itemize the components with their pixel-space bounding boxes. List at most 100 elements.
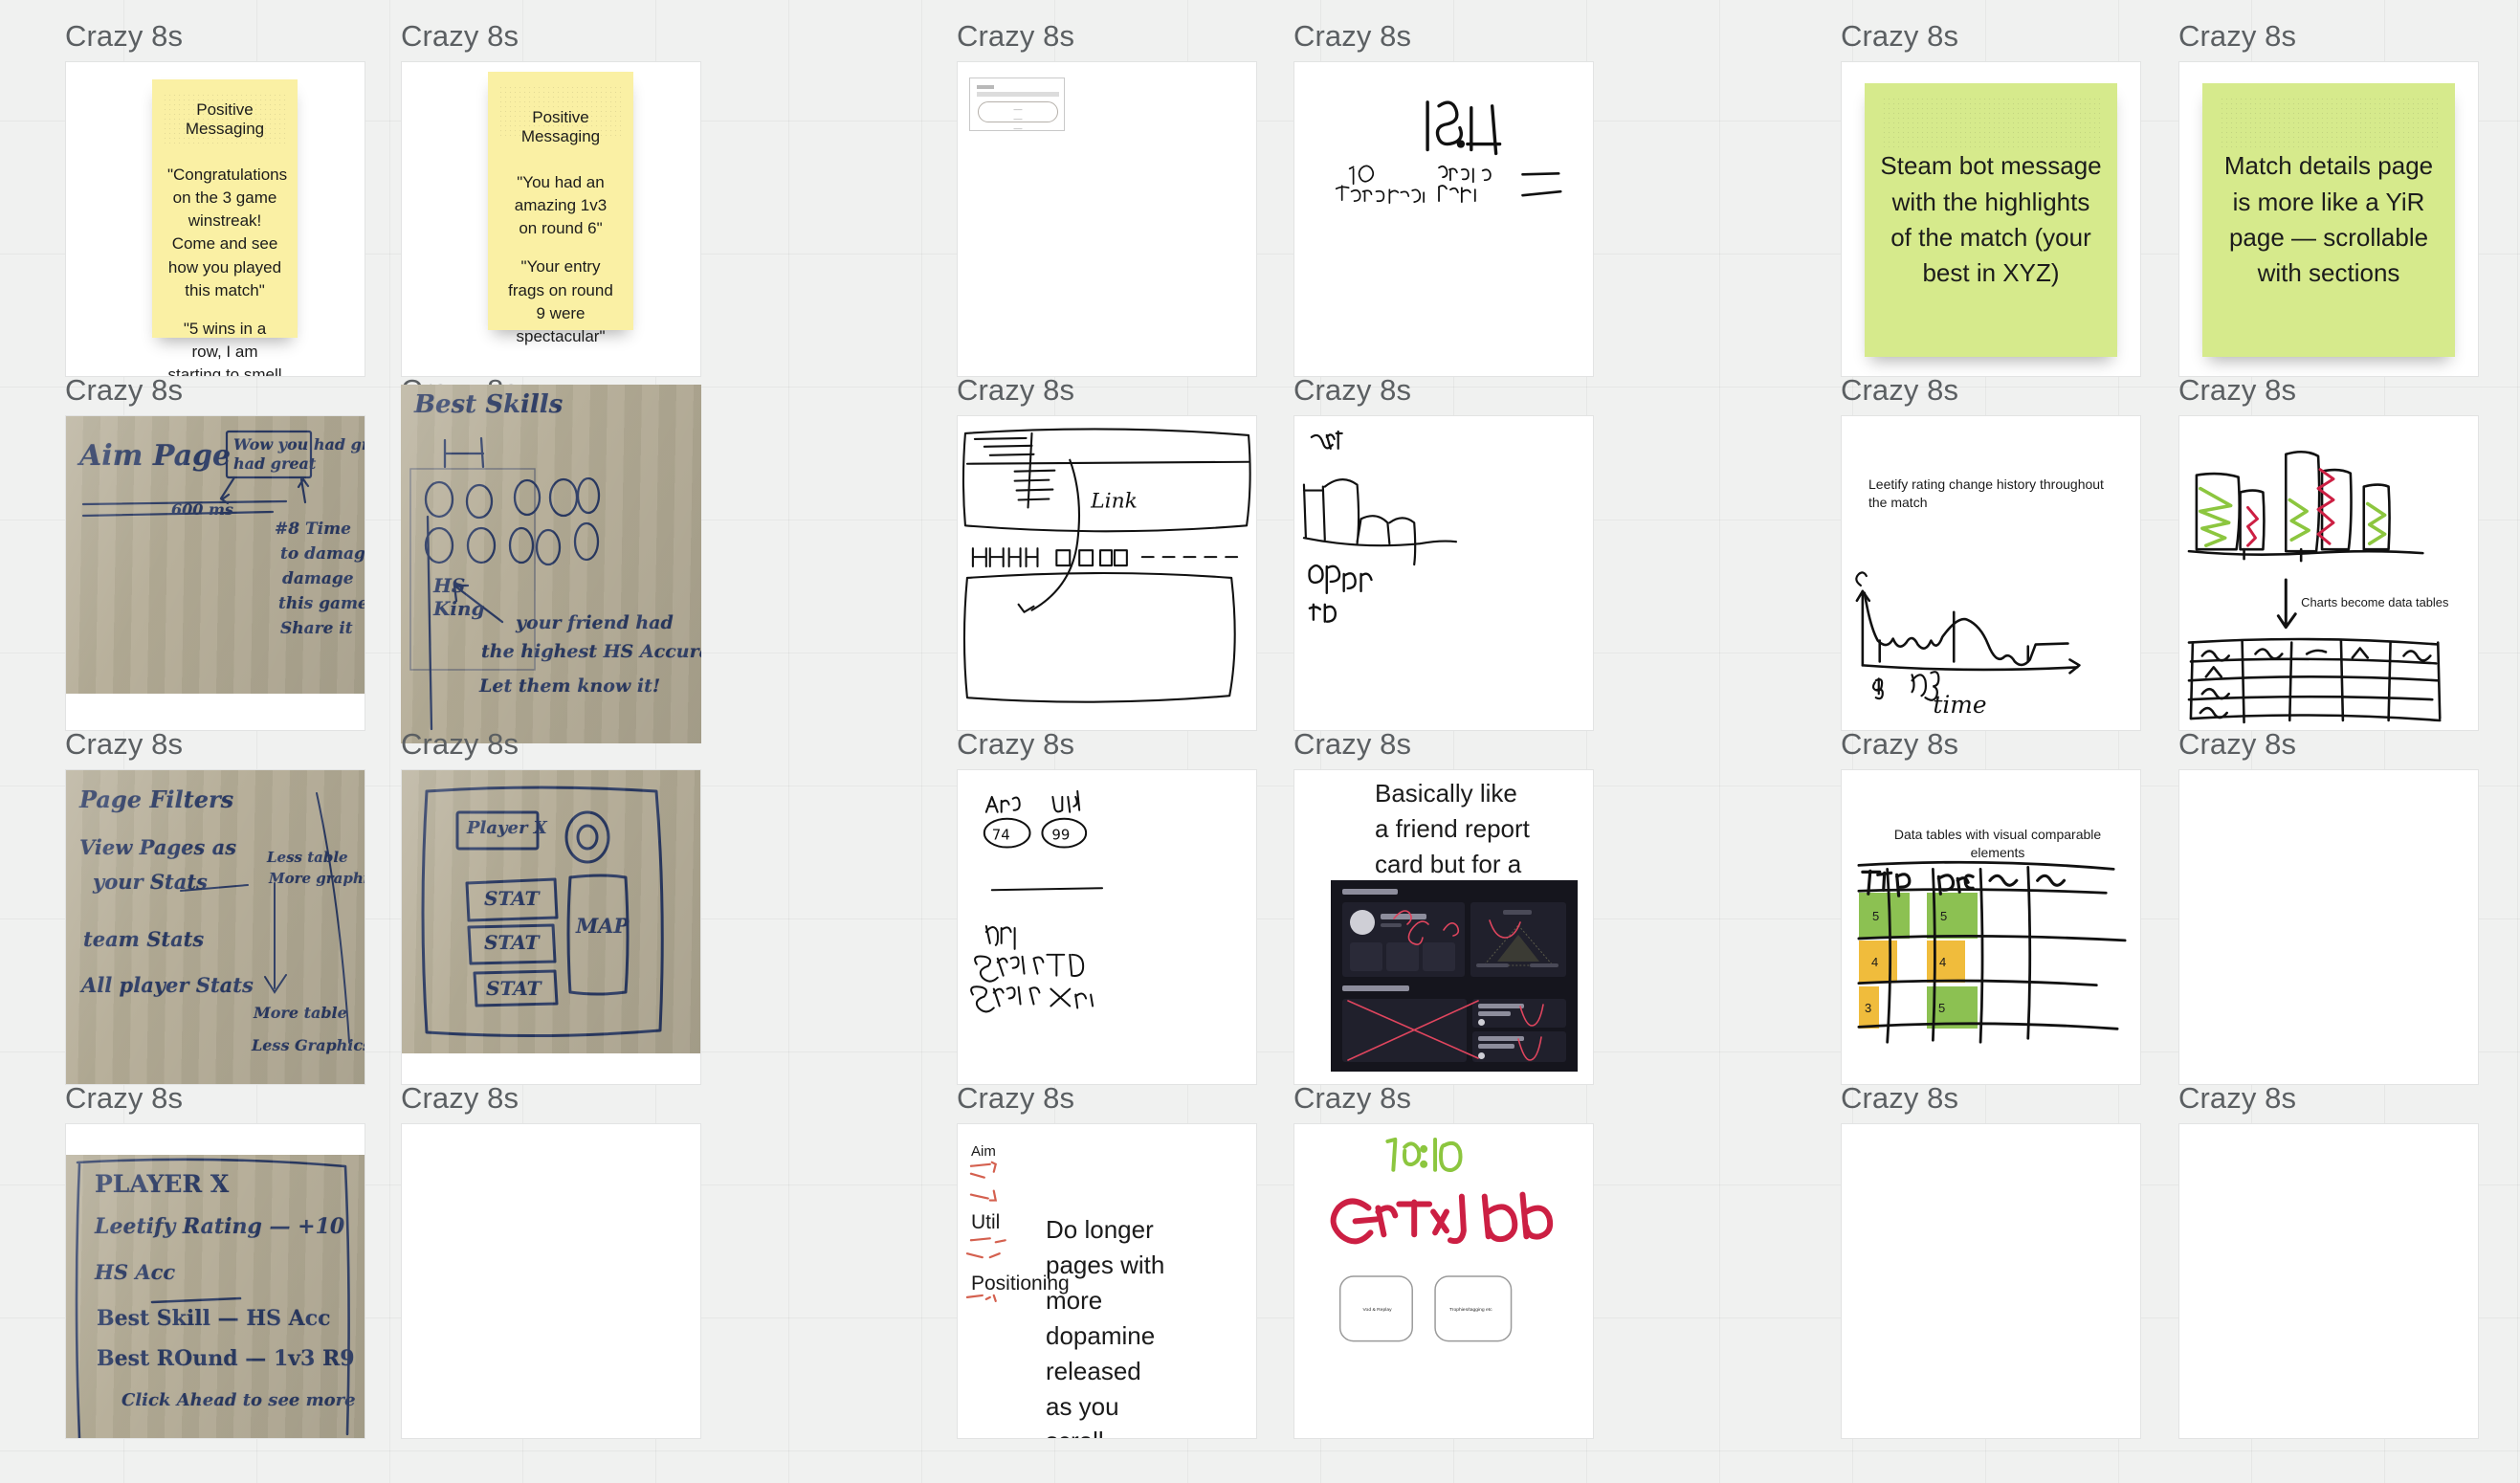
- frame-title: Crazy 8s: [65, 727, 184, 761]
- frame-r3c3[interactable]: Crazy 8s 74 99: [957, 729, 1257, 1085]
- handdrawn-bars-and-table: Charts become data tables: [2187, 450, 2448, 724]
- frame-r2c4[interactable]: Crazy 8s: [1293, 375, 1594, 731]
- frame-canvas[interactable]: [401, 1123, 701, 1439]
- frame-title: Crazy 8s: [1293, 727, 1412, 761]
- frame-r2c1[interactable]: Crazy 8s Aim Page Wow you had great had …: [65, 375, 365, 731]
- ink-let-them-know-it: Let them know it!: [479, 675, 661, 697]
- sketch-caption-charts-become-tables: Charts become data tables: [2301, 595, 2448, 609]
- frame-canvas[interactable]: 74 99: [957, 769, 1257, 1085]
- sticky-note[interactable]: Steam bot message with the highlights of…: [1865, 83, 2117, 357]
- frame-r1c2[interactable]: Crazy 8s Positive Messaging "You had an …: [401, 21, 701, 377]
- shot-stat-2: [1386, 942, 1419, 971]
- frame-title: Crazy 8s: [957, 373, 1075, 407]
- frame-canvas[interactable]: Link: [957, 415, 1257, 731]
- frame-r3c2[interactable]: Crazy 8s Player X STAT STAT STAT MAP: [401, 729, 701, 1085]
- frame-title: Crazy 8s: [65, 373, 184, 407]
- ink-map: MAP: [576, 914, 630, 938]
- sketch-value-aim: 74: [992, 827, 1010, 844]
- handdrawn-sketch: 74 99: [970, 789, 1104, 1013]
- frame-title: Crazy 8s: [65, 19, 184, 53]
- frame-title: Crazy 8s: [1293, 19, 1412, 53]
- frame-r2c6[interactable]: Crazy 8s Charts become data tables: [2178, 375, 2479, 731]
- ink-stat-1: STAT: [484, 887, 540, 910]
- ink-time: #8 Time: [275, 520, 351, 539]
- ink-stat-2: STAT: [484, 931, 540, 954]
- frame-canvas[interactable]: Positive Messaging "You had an amazing 1…: [401, 61, 701, 377]
- frame-canvas[interactable]: [1293, 61, 1594, 377]
- frame-canvas[interactable]: Leetify rating change history throughout…: [1841, 415, 2141, 731]
- frame-canvas[interactable]: Steam bot message with the highlights of…: [1841, 61, 2141, 377]
- frame-canvas[interactable]: [2178, 769, 2479, 1085]
- sticky-note-title: Positive Messaging: [520, 108, 601, 145]
- shot-stat-3: [1423, 942, 1455, 971]
- frame-r4c4[interactable]: Crazy 8s Vod & Replay Trophies/tagging e…: [1293, 1083, 1594, 1439]
- ink-strokes: [421, 786, 664, 1038]
- frame-r2c3[interactable]: Crazy 8s Link: [957, 375, 1257, 731]
- frame-title: Crazy 8s: [1841, 373, 1959, 407]
- sticky-note-text: Steam bot message with the highlights of…: [1880, 151, 2102, 288]
- button-label-vod-replay: Vod & Replay: [1363, 1307, 1393, 1313]
- handdrawn-sketch: [1335, 100, 1562, 204]
- sticky-note[interactable]: Positive Messaging "Congratulations on t…: [152, 79, 298, 376]
- frame-canvas[interactable]: Page Filters View Pages as your Stats te…: [65, 769, 365, 1085]
- dashboard-screenshot-thumbnail[interactable]: [1331, 880, 1578, 1072]
- frame-r4c3[interactable]: Crazy 8s Aim Util Positioning Do longer …: [957, 1083, 1257, 1439]
- frame-r3c5[interactable]: Crazy 8s Data tables with visual compara…: [1841, 729, 2141, 1085]
- frame-title: Crazy 8s: [2178, 1081, 2297, 1115]
- frame-title: Crazy 8s: [1841, 19, 1959, 53]
- frame-r4c1[interactable]: Crazy 8s PLAYER X Leetify Rating — +10 H…: [65, 1083, 365, 1439]
- frame-canvas[interactable]: Aim Page Wow you had great had great 600…: [65, 415, 365, 731]
- sticky-texture: [1882, 97, 2100, 152]
- frame-r3c6[interactable]: Crazy 8s: [2178, 729, 2479, 1085]
- sticky-note-line-1: "Congratulations on the 3 game winstreak…: [167, 166, 288, 299]
- frame-canvas[interactable]: Positive Messaging "Congratulations on t…: [65, 61, 365, 377]
- frame-r1c3[interactable]: Crazy 8s ‒‒ ‒‒ ‒‒: [957, 21, 1257, 377]
- ink-600ms: 600 ms: [171, 500, 233, 519]
- mini-wireframe: ‒‒ ‒‒ ‒‒: [969, 77, 1065, 133]
- sticky-note-line-2: "Your entry frags on round 9 were specta…: [508, 257, 613, 345]
- ink-player-x-title: PLAYER X: [95, 1170, 230, 1198]
- shot-panel-player: [1342, 902, 1465, 977]
- frame-r1c6[interactable]: Crazy 8s Match details page is more like…: [2178, 21, 2479, 377]
- frame-canvas[interactable]: Basically like a friend report card but …: [1293, 769, 1594, 1085]
- frame-canvas[interactable]: [1293, 415, 1594, 731]
- frame-title: Crazy 8s: [1293, 1081, 1412, 1115]
- frame-title: Crazy 8s: [2178, 19, 2297, 53]
- shot-worst-sub: [1478, 1044, 1514, 1049]
- frame-canvas[interactable]: Match details page is more like a YiR pa…: [2178, 61, 2479, 377]
- frame-r1c4[interactable]: Crazy 8s: [1293, 21, 1594, 377]
- handdrawn-great-job: Vod & Replay Trophies/tagging etc: [1330, 1137, 1554, 1342]
- frame-title: Crazy 8s: [401, 19, 519, 53]
- wireframe-title-bar: [977, 85, 994, 89]
- frame-title: Crazy 8s: [1293, 373, 1412, 407]
- frame-r4c5[interactable]: Crazy 8s: [1841, 1083, 2141, 1439]
- frame-r4c6[interactable]: Crazy 8s: [2178, 1083, 2479, 1439]
- shot-player-meta: [1381, 923, 1402, 927]
- sticky-note-line-2: "5 wins in a row, I am starting to smell…: [167, 319, 282, 377]
- frame-r1c1[interactable]: Crazy 8s Positive Messaging "Congratulat…: [65, 21, 365, 377]
- sketch-value-util: 99: [1051, 827, 1070, 844]
- frame-r4c2[interactable]: Crazy 8s: [401, 1083, 701, 1439]
- miro-board-canvas[interactable]: Crazy 8s Positive Messaging "Congratulat…: [0, 0, 2520, 1483]
- frame-canvas[interactable]: [2178, 1123, 2479, 1439]
- ink-leetify-rating: Leetify Rating — +10: [95, 1214, 345, 1239]
- sticky-note-title: Positive Messaging: [185, 100, 265, 138]
- frame-r2c5[interactable]: Crazy 8s Leetify rating change history t…: [1841, 375, 2141, 731]
- frame-canvas[interactable]: Aim Util Positioning Do longer pages wit…: [957, 1123, 1257, 1439]
- sticky-note[interactable]: Positive Messaging "You had an amazing 1…: [488, 72, 633, 345]
- frame-canvas[interactable]: PLAYER X Leetify Rating — +10 HS Acc Bes…: [65, 1123, 365, 1439]
- frame-title: Crazy 8s: [2178, 373, 2297, 407]
- frame-title: Crazy 8s: [957, 1081, 1075, 1115]
- ink-your-friend-had: your friend had: [516, 612, 674, 633]
- frame-r3c1[interactable]: Crazy 8s Page Filters View Pages as your…: [65, 729, 365, 1085]
- frame-canvas[interactable]: ‒‒ ‒‒ ‒‒: [957, 61, 1257, 377]
- shot-radar-title: [1503, 910, 1532, 915]
- frame-canvas[interactable]: Data tables with visual comparable eleme…: [1841, 769, 2141, 1085]
- frame-r1c5[interactable]: Crazy 8s Steam bot message with the high…: [1841, 21, 2141, 377]
- sticky-note[interactable]: Match details page is more like a YiR pa…: [2202, 83, 2455, 357]
- frame-canvas[interactable]: [1841, 1123, 2141, 1439]
- frame-canvas[interactable]: Vod & Replay Trophies/tagging etc: [1293, 1123, 1594, 1439]
- frame-canvas[interactable]: Player X STAT STAT STAT MAP: [401, 769, 701, 1085]
- frame-canvas[interactable]: Charts become data tables: [2178, 415, 2479, 731]
- frame-r3c4[interactable]: Crazy 8s Basically like a friend report …: [1293, 729, 1594, 1085]
